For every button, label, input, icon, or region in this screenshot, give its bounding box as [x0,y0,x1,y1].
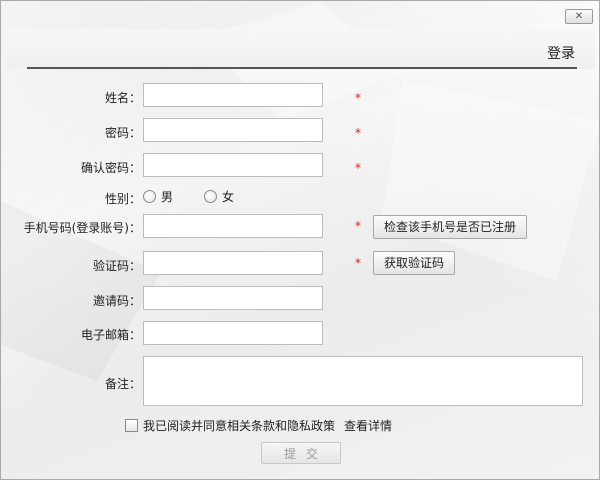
title-bar: ✕ [1,1,599,29]
email-label: 电子邮箱： [80,328,141,342]
invite-code-field[interactable] [143,286,323,310]
gender-radio-male[interactable]: 男 [143,188,173,205]
radio-button[interactable] [204,190,217,203]
radio-label: 女 [222,190,235,204]
register-dialog: ✕ 登录 姓名： * 密码： * 确认密码： * 性别： 男 女 手机号码(登录… [0,0,600,480]
required-mark: * [355,126,361,140]
agreement-row: 我已阅读并同意相关条款和隐私政策 查看详情 [125,417,392,434]
radio-label: 男 [161,190,174,204]
verification-code-label: 验证码： [92,259,141,273]
get-code-button[interactable]: 获取验证码 [373,251,456,275]
confirm-password-field[interactable] [143,153,323,177]
required-mark: * [355,256,361,270]
header-divider [27,67,577,69]
submit-button[interactable]: 提交 [261,442,341,464]
phone-label: 手机号码(登录账号)： [23,221,141,235]
page-title: 登录 [547,46,575,62]
email-field[interactable] [143,321,323,345]
notes-label: 备注： [104,377,141,391]
required-mark: * [355,219,361,233]
gender-label: 性别： [104,192,141,206]
gender-radio-female[interactable]: 女 [204,188,234,205]
dialog-header: 登录 [7,29,595,69]
name-label: 姓名： [104,91,141,105]
confirm-password-label: 确认密码： [80,161,141,175]
view-details-link[interactable]: 查看详情 [344,417,392,434]
close-icon: ✕ [574,11,584,22]
phone-field[interactable] [143,214,323,238]
notes-textarea[interactable] [143,356,583,406]
password-field[interactable] [143,118,323,142]
required-mark: * [355,91,361,105]
radio-button[interactable] [143,190,156,203]
verification-code-field[interactable] [143,251,323,275]
close-button[interactable]: ✕ [565,9,593,24]
check-phone-button[interactable]: 检查该手机号是否已注册 [373,215,528,239]
required-mark: * [355,161,361,175]
name-field[interactable] [143,83,323,107]
invite-code-label: 邀请码： [92,294,141,308]
agreement-checkbox[interactable] [125,419,138,432]
password-label: 密码： [104,126,141,140]
agreement-text: 我已阅读并同意相关条款和隐私政策 [143,419,336,433]
